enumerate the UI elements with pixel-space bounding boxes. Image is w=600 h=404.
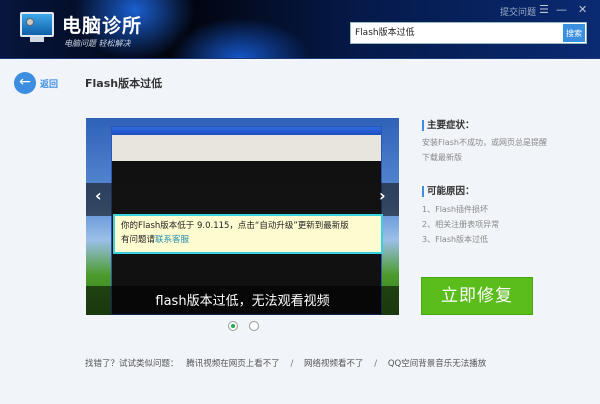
carousel-dot-2[interactable] bbox=[249, 321, 259, 331]
search-input[interactable] bbox=[355, 26, 555, 36]
header: 电脑诊所 电脑问题 轻松解决 提交问题 ☰ — ✕ 搜索 bbox=[0, 0, 600, 59]
search-button[interactable]: 搜索 bbox=[563, 24, 585, 42]
app-logo-icon bbox=[20, 12, 56, 44]
cause-item: 1、Flash插件损坏 bbox=[422, 205, 489, 214]
symptoms-title: 主要症状： bbox=[422, 120, 475, 131]
causes-title: 可能原因： bbox=[422, 186, 475, 197]
screenshot-carousel: ‹ › 你的Flash版本低于 9.0.115，点击“自动升级”更新到最新版 有… bbox=[86, 118, 399, 315]
carousel-prev-icon[interactable]: ‹ bbox=[95, 186, 102, 205]
menu-icon[interactable]: ☰ bbox=[539, 3, 549, 16]
minimize-icon[interactable]: — bbox=[556, 3, 567, 16]
separator: / bbox=[374, 359, 378, 369]
search-box: 搜索 bbox=[350, 22, 587, 44]
carousel-next-icon[interactable]: › bbox=[379, 186, 386, 205]
symptoms-text: 安装Flash不成功，或网页总是提醒下载最新版 bbox=[422, 138, 547, 162]
contact-support-link[interactable]: 联系客服 bbox=[155, 235, 189, 245]
page-title: Flash版本过低 bbox=[85, 77, 163, 90]
similar-issue-link[interactable]: 腾讯视频在网页上看不了 bbox=[186, 359, 280, 369]
carousel-caption: flash版本过低，无法观看视频 bbox=[155, 294, 330, 309]
similar-issue-link[interactable]: QQ空间背景音乐无法播放 bbox=[388, 359, 486, 369]
cause-item: 2、相关注册表项异常 bbox=[422, 220, 500, 229]
similar-issue-link[interactable]: 网络视频看不了 bbox=[304, 359, 364, 369]
carousel-dot-1[interactable] bbox=[228, 321, 238, 331]
back-icon[interactable]: ← bbox=[14, 72, 36, 94]
separator: / bbox=[290, 359, 294, 369]
tooltip-line2: 有问题请 bbox=[121, 235, 156, 245]
similar-prompt: 找错了？试试类似问题： bbox=[85, 359, 179, 369]
cause-item: 3、Flash版本过低 bbox=[422, 235, 489, 244]
similar-issues: 找错了？试试类似问题： 腾讯视频在网页上看不了 / 网络视频看不了 / QQ空间… bbox=[85, 357, 491, 369]
fix-now-button[interactable]: 立即修复 bbox=[421, 277, 533, 315]
close-icon[interactable]: ✕ bbox=[578, 3, 587, 16]
app-slogan: 电脑问题 轻松解决 bbox=[64, 39, 131, 48]
back-button[interactable]: 返回 bbox=[40, 77, 58, 90]
tooltip-line1: 你的Flash版本低于 9.0.115，点击“自动升级”更新到最新版 bbox=[121, 221, 349, 231]
app-title: 电脑诊所 bbox=[62, 15, 143, 37]
report-issue-link[interactable]: 提交问题 bbox=[500, 5, 536, 18]
flash-warning-tooltip: 你的Flash版本低于 9.0.115，点击“自动升级”更新到最新版 有问题请联… bbox=[113, 214, 383, 254]
